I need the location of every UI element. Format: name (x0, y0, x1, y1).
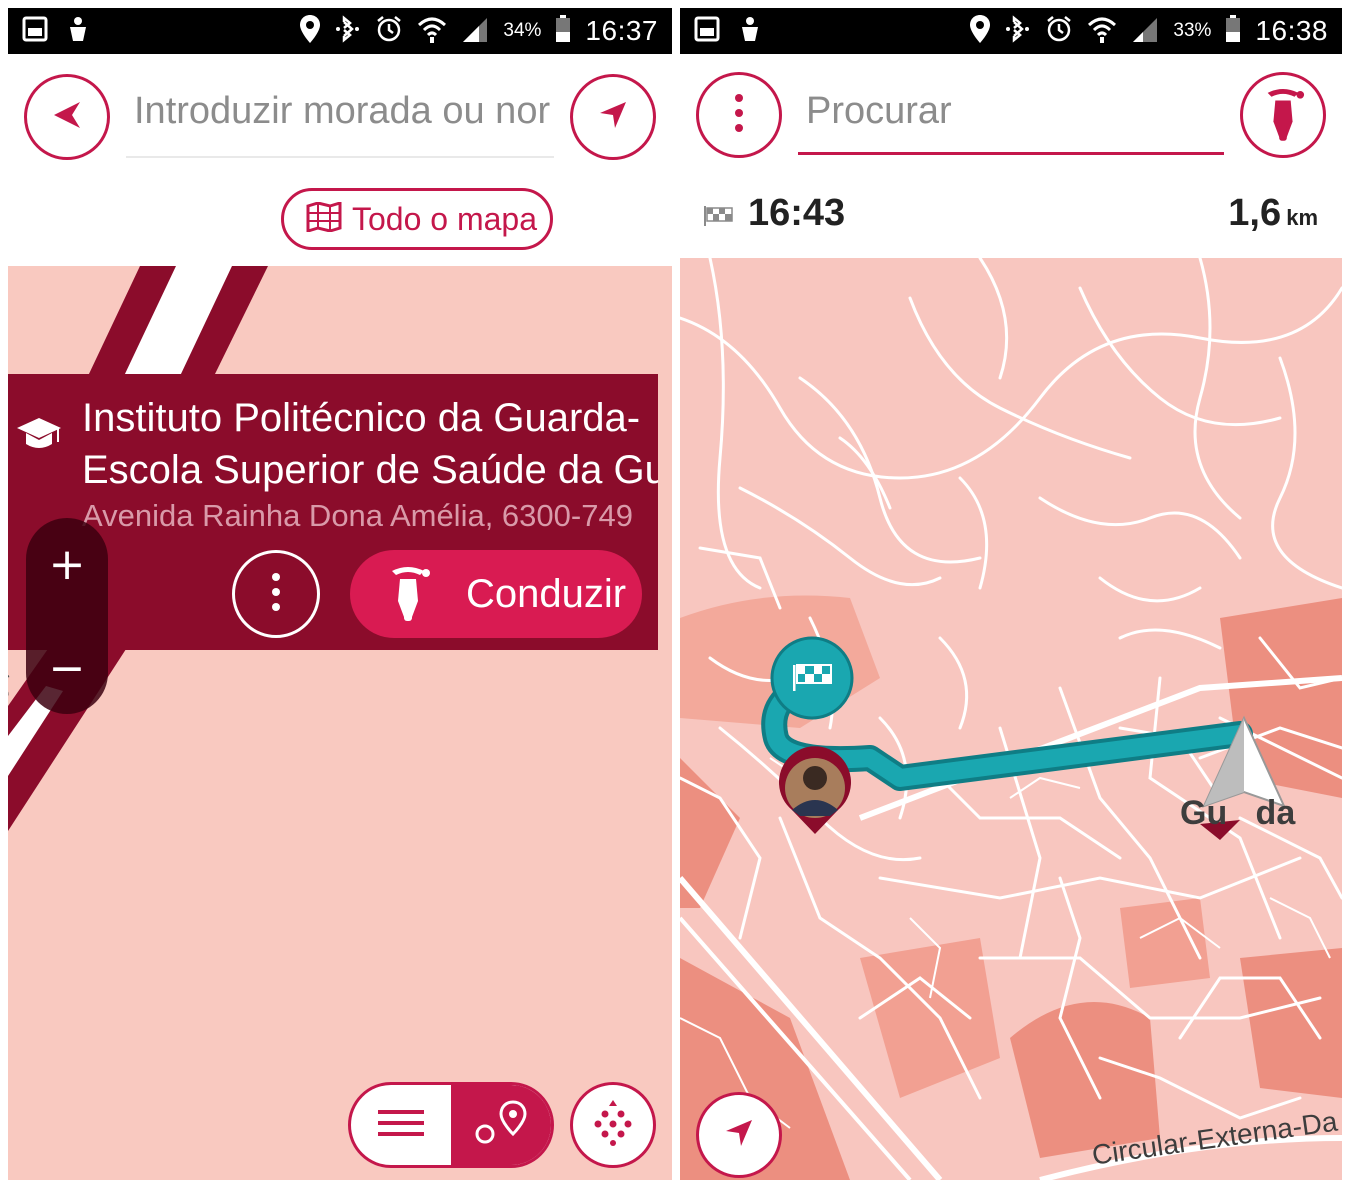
street-map (680, 258, 1342, 1180)
route-summary: 16:43 1,6 km (680, 174, 1342, 258)
map-view[interactable]: Gu da Circular-Externa-Da (680, 258, 1342, 1180)
search-bar: Introduzir morada ou nor (8, 54, 672, 184)
place-address: Avenida Rainha Dona Amélia, 6300-749 (82, 498, 633, 533)
search-underline (126, 156, 554, 158)
main-menu-button[interactable] (570, 1082, 656, 1168)
battery-icon (1225, 15, 1241, 47)
back-arrow-icon (50, 98, 84, 136)
back-button[interactable] (24, 74, 110, 160)
drive-button[interactable]: Conduzir (350, 550, 642, 638)
distance-unit: km (1286, 205, 1318, 230)
alarm-clock-icon (375, 15, 403, 47)
right-phone-screen: 33% 16:38 Procurar 16:43 1,6 km Gu da Ci… (680, 8, 1342, 1180)
status-time: 16:38 (1255, 15, 1328, 46)
map-view[interactable]: uira Instituto Politécnico da Guarda- Es… (8, 266, 672, 1180)
distance-value: 1,6 (1228, 192, 1282, 234)
place-title: Instituto Politécnico da Guarda- Escola … (82, 392, 658, 496)
destination-flag-marker[interactable] (770, 636, 854, 720)
navigate-arrow-icon (722, 1116, 756, 1154)
screenshot-icon (694, 16, 720, 46)
route-pins-icon (471, 1100, 531, 1150)
alarm-clock-icon (1045, 15, 1073, 47)
tomtom-notification-icon (66, 15, 90, 47)
scooter-icon (1260, 83, 1306, 147)
vertical-dots-icon (271, 572, 281, 616)
dots-grid-icon (590, 1100, 636, 1150)
battery-icon (555, 15, 571, 47)
user-photo-pin[interactable] (779, 746, 851, 834)
location-pin-icon (299, 14, 321, 48)
status-time: 16:37 (585, 15, 658, 46)
place-more-options-button[interactable] (232, 550, 320, 638)
recenter-button[interactable] (696, 1092, 782, 1178)
zoom-control: + − (26, 518, 108, 714)
bluetooth-icon (335, 15, 361, 47)
bluetooth-icon (1005, 15, 1031, 47)
search-input[interactable]: Introduzir morada ou nor (134, 90, 554, 133)
view-toggle (348, 1082, 554, 1168)
drive-button-label: Conduzir (466, 571, 627, 616)
vertical-dots-icon (734, 93, 744, 137)
search-bar: Procurar (680, 54, 1342, 174)
tomtom-notification-icon (738, 15, 762, 47)
status-bar: 33% 16:38 (680, 8, 1342, 54)
search-input[interactable]: Procurar (806, 90, 1206, 133)
signal-strength-icon (1131, 16, 1159, 46)
battery-percent: 34% (503, 20, 542, 41)
travel-mode-button[interactable] (1240, 72, 1326, 158)
zoom-out-button[interactable]: − (26, 630, 108, 706)
left-phone-screen: 34% 16:37 Introduzir morada ou nor Todo … (8, 8, 672, 1180)
battery-percent: 33% (1173, 20, 1212, 41)
current-location-button[interactable] (570, 74, 656, 160)
location-pin-icon (969, 14, 991, 48)
checkered-flag-icon (704, 206, 734, 230)
place-title-line2: Escola Superior de Saúde da Gu (82, 448, 658, 492)
signal-strength-icon (461, 16, 489, 46)
screenshot-icon (22, 16, 48, 46)
zoom-in-button[interactable]: + (26, 526, 108, 602)
place-title-line1: Instituto Politécnico da Guarda- (82, 396, 641, 440)
remaining-distance: 1,6 km (1228, 192, 1318, 235)
graduation-cap-icon (16, 414, 62, 458)
status-bar: 34% 16:37 (8, 8, 672, 54)
navigate-arrow-icon (596, 98, 630, 136)
menu-lines-icon (378, 1108, 424, 1142)
arrival-time: 16:43 (748, 192, 846, 234)
whole-map-button[interactable]: Todo o mapa (281, 188, 553, 250)
main-menu-button[interactable] (696, 72, 782, 158)
map-city-label: Gu da (1180, 794, 1296, 832)
wifi-icon (417, 15, 447, 47)
search-underline (798, 152, 1224, 155)
map-grid-icon (306, 200, 342, 236)
wifi-icon (1087, 15, 1117, 47)
map-view-button[interactable] (451, 1085, 551, 1165)
scooter-icon (384, 561, 432, 627)
list-view-button[interactable] (351, 1085, 451, 1165)
whole-map-label: Todo o mapa (352, 200, 538, 237)
